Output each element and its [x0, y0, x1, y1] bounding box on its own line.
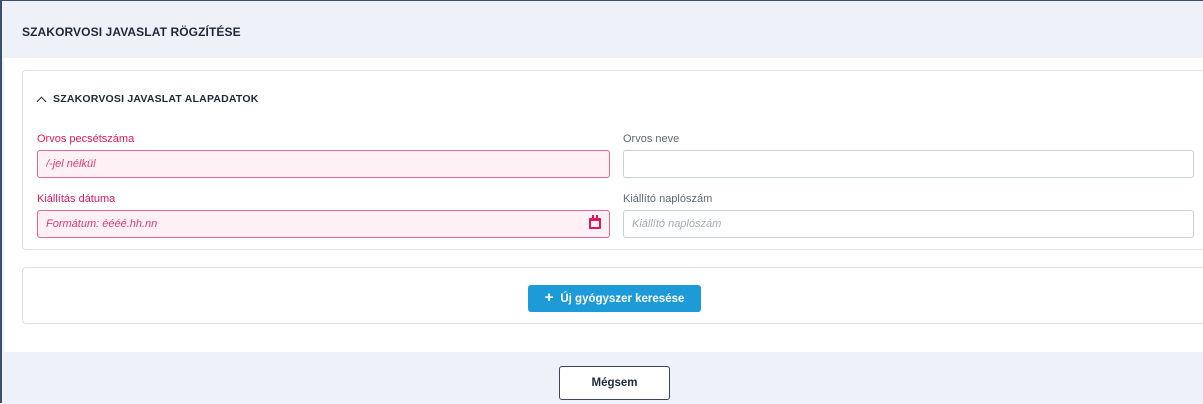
- issue-date-label: Kiállítás dátuma: [37, 193, 116, 205]
- issuer-log-number-label: Kiállító naplószám: [623, 193, 713, 205]
- new-medication-search-label: Új gyógyszer keresése: [560, 292, 685, 305]
- doctor-name-input[interactable]: [623, 150, 1194, 178]
- doctor-name-label: Orvos neve: [623, 133, 680, 145]
- issuer-log-number-input[interactable]: [623, 210, 1194, 238]
- modal-footer: Mégsem: [4, 352, 1203, 404]
- medication-search-card: + Új gyógyszer keresése: [22, 267, 1203, 324]
- modal-content: SZAKORVOSI JAVASLAT ALAPADATOK Orvos pec…: [4, 58, 1203, 352]
- basic-data-card: SZAKORVOSI JAVASLAT ALAPADATOK Orvos pec…: [22, 70, 1203, 250]
- page-title: SZAKORVOSI JAVASLAT RÖGZÍTÉSE: [22, 25, 241, 39]
- modal-frame: SZAKORVOSI JAVASLAT RÖGZÍTÉSE SZAKORVOSI…: [0, 0, 1203, 404]
- section-toggle[interactable]: SZAKORVOSI JAVASLAT ALAPADATOK: [37, 93, 259, 105]
- new-medication-search-button[interactable]: + Új gyógyszer keresése: [528, 285, 701, 312]
- stamp-number-label: Orvos pecsétszáma: [37, 133, 135, 145]
- section-title: SZAKORVOSI JAVASLAT ALAPADATOK: [53, 93, 259, 105]
- stamp-number-input[interactable]: [37, 150, 610, 178]
- plus-icon: +: [544, 289, 554, 306]
- calendar-icon[interactable]: [589, 215, 601, 229]
- issue-date-input[interactable]: [37, 210, 610, 238]
- modal-header: SZAKORVOSI JAVASLAT RÖGZÍTÉSE: [4, 2, 1203, 58]
- chevron-up-icon: [37, 97, 45, 105]
- cancel-button[interactable]: Mégsem: [559, 366, 670, 400]
